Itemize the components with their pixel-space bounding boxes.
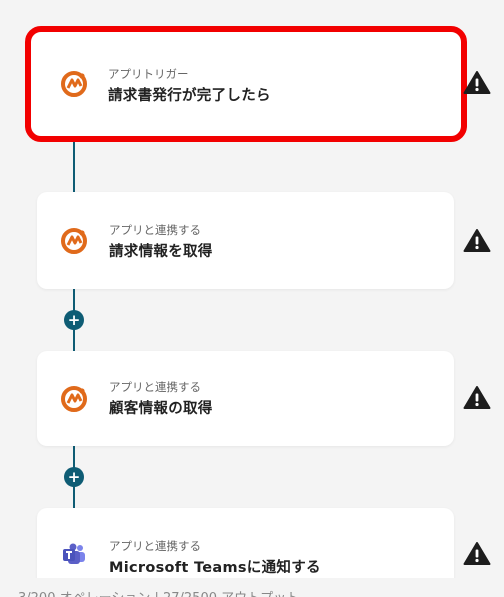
step-title: 請求情報を取得 xyxy=(109,244,213,260)
flow-canvas: + + アプリトリガー 請求書発行が完了したら アプリと連携する 請求情報を取得… xyxy=(0,0,504,597)
usage-counter: 3/200 オペレーション | 27/2500 アウトプット xyxy=(18,587,299,597)
step-title: 顧客情報の取得 xyxy=(109,401,213,417)
warning-icon[interactable] xyxy=(463,385,491,410)
step-kind-label: アプリと連携する xyxy=(109,539,201,553)
flow-step-get-customer[interactable]: アプリと連携する 顧客情報の取得 xyxy=(37,351,454,446)
flow-step-teams-notify[interactable]: アプリと連携する Microsoft Teamsに通知する xyxy=(37,508,454,588)
step-kind-label: アプリと連携する xyxy=(109,380,201,394)
moneyforward-icon xyxy=(61,71,87,97)
warning-icon[interactable] xyxy=(463,70,491,95)
add-step-button[interactable]: + xyxy=(64,467,84,487)
warning-icon[interactable] xyxy=(463,228,491,253)
moneyforward-icon xyxy=(61,385,87,412)
flow-step-get-invoice[interactable]: アプリと連携する 請求情報を取得 xyxy=(37,192,454,289)
step-kind-label: アプリと連携する xyxy=(109,223,201,237)
step-title: 請求書発行が完了したら xyxy=(108,88,271,104)
flow-step-trigger[interactable]: アプリトリガー 請求書発行が完了したら xyxy=(25,26,467,142)
connector-line xyxy=(73,140,75,192)
add-step-button[interactable]: + xyxy=(64,310,84,330)
step-title: Microsoft Teamsに通知する xyxy=(109,560,321,576)
step-kind-label: アプリトリガー xyxy=(108,67,189,81)
warning-icon[interactable] xyxy=(463,541,491,566)
usage-footer: 3/200 オペレーション | 27/2500 アウトプット xyxy=(0,578,504,597)
moneyforward-icon xyxy=(61,227,87,254)
teams-icon xyxy=(63,543,85,564)
